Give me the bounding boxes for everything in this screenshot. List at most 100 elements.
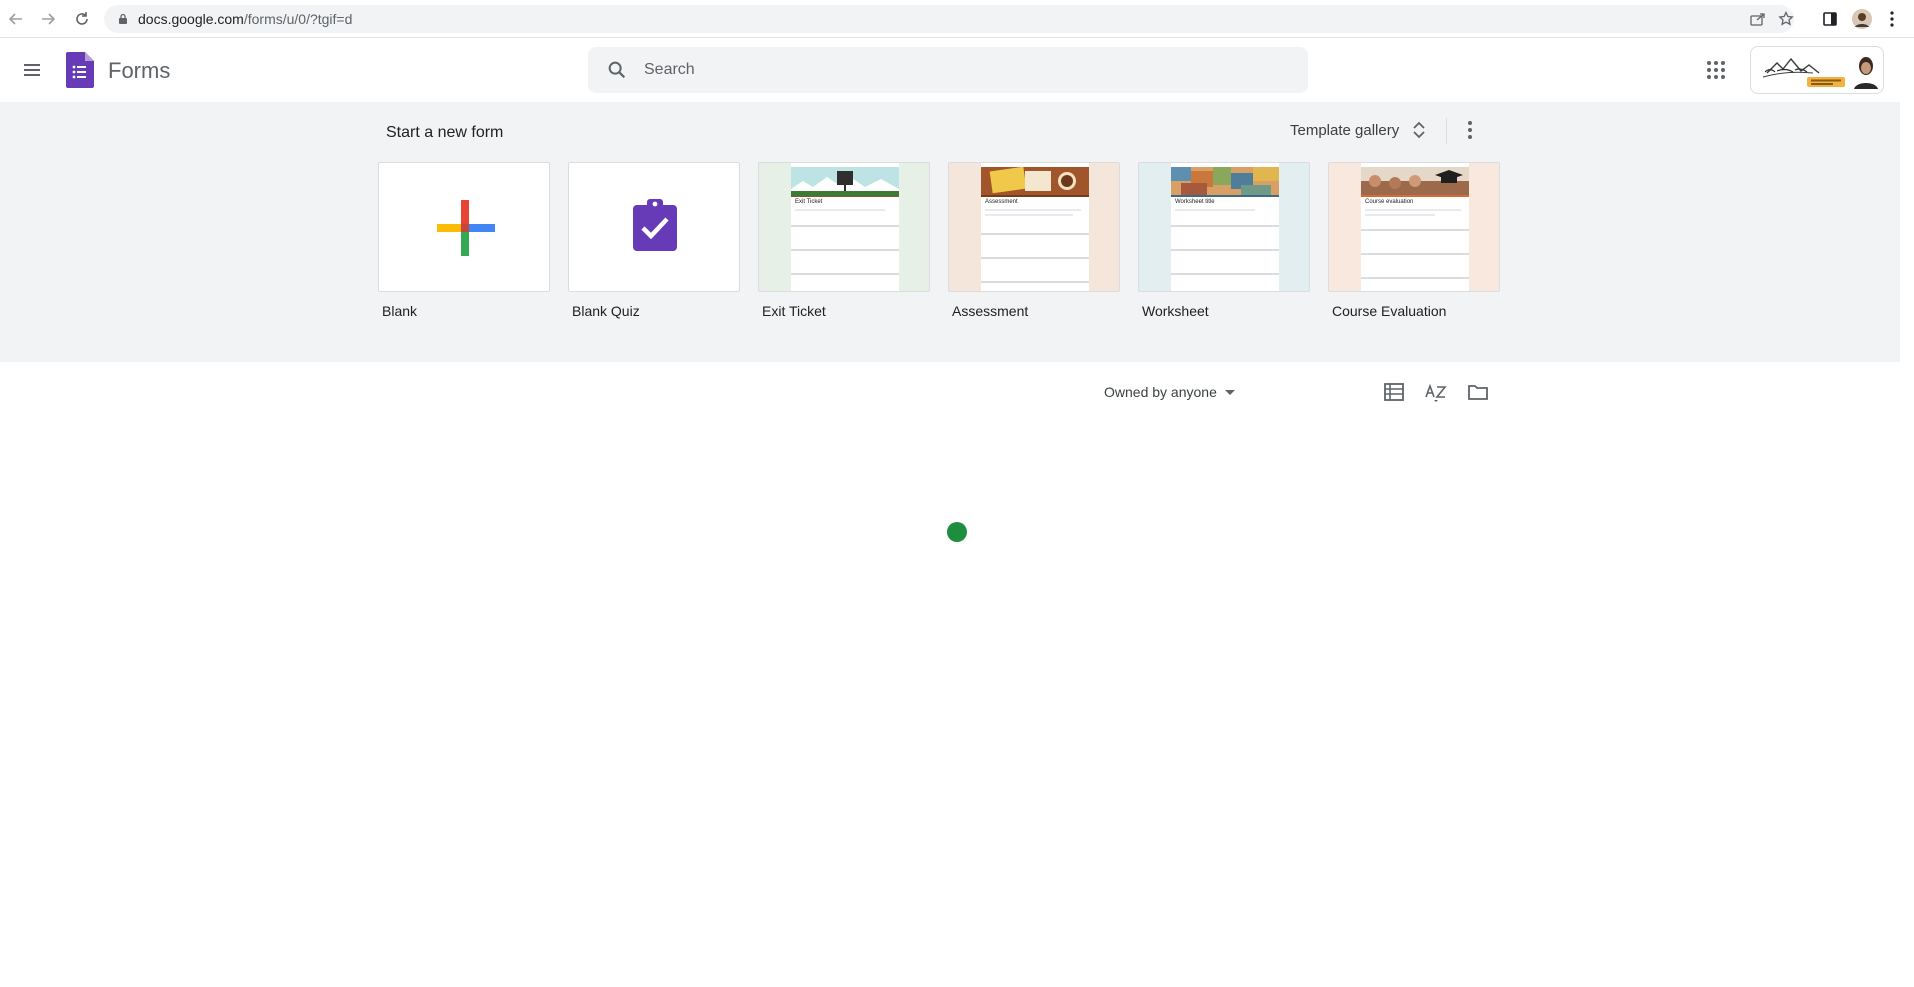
section-title: Start a new form bbox=[386, 124, 504, 141]
worksheet-banner bbox=[1171, 167, 1279, 197]
preview-line bbox=[985, 209, 1081, 211]
loading-spinner bbox=[947, 522, 967, 542]
reload-icon bbox=[76, 12, 88, 25]
app-header: Forms bbox=[0, 38, 1914, 102]
preview-divider bbox=[791, 249, 899, 251]
template-gallery-button[interactable]: Template gallery bbox=[1280, 114, 1437, 146]
browser-toolbar: docs.google.com/forms/u/0/?tgif=d bbox=[0, 0, 1914, 38]
template-gallery-label: Template gallery bbox=[1290, 121, 1400, 139]
sort-az-icon bbox=[1425, 383, 1447, 402]
browser-menu-button[interactable] bbox=[1880, 7, 1904, 31]
template-thumbnail[interactable]: Worksheet title bbox=[1138, 162, 1310, 292]
dropdown-arrow-icon bbox=[1224, 389, 1235, 395]
course-evaluation-banner bbox=[1361, 167, 1469, 197]
template-card-assessment[interactable]: Assessment Assessment bbox=[948, 162, 1122, 319]
preview-divider bbox=[981, 257, 1089, 259]
header-divider bbox=[1446, 118, 1447, 144]
preview-divider bbox=[791, 225, 899, 227]
reload-button[interactable] bbox=[70, 7, 94, 31]
plus-icon bbox=[437, 200, 495, 256]
url-host: docs.google.com bbox=[138, 11, 244, 27]
side-panel-button[interactable] bbox=[1818, 7, 1842, 31]
preview-divider bbox=[1171, 249, 1279, 251]
more-vert-icon bbox=[1890, 11, 1894, 27]
template-card-worksheet[interactable]: Worksheet title Worksheet bbox=[1138, 162, 1312, 319]
owner-filter-dropdown[interactable]: Owned by anyone bbox=[1104, 380, 1235, 404]
url-text: docs.google.com/forms/u/0/?tgif=d bbox=[138, 11, 352, 27]
preview-line bbox=[1365, 214, 1435, 216]
assessment-banner bbox=[981, 167, 1089, 197]
preview-line bbox=[1365, 209, 1461, 211]
account-switcher[interactable] bbox=[1750, 46, 1884, 94]
apps-grid-icon bbox=[1707, 61, 1725, 79]
preview-divider bbox=[981, 281, 1089, 283]
arrow-left-icon bbox=[8, 13, 22, 25]
preview-line bbox=[985, 214, 1073, 216]
folder-icon bbox=[1468, 385, 1488, 400]
template-preview-title: Assessment bbox=[985, 199, 1018, 205]
template-preview-title: Exit Ticket bbox=[795, 199, 823, 205]
template-thumbnail[interactable]: Course evaluation bbox=[1328, 162, 1500, 292]
template-label: Assessment bbox=[952, 303, 1029, 319]
template-thumbnail[interactable] bbox=[378, 162, 550, 292]
preview-line bbox=[1175, 209, 1255, 211]
preview-line bbox=[795, 209, 885, 211]
unfold-more-icon bbox=[1413, 121, 1425, 139]
forward-button[interactable] bbox=[36, 7, 60, 31]
more-vert-icon bbox=[1468, 121, 1472, 139]
app-title[interactable]: Forms bbox=[108, 58, 170, 84]
sort-button[interactable] bbox=[1424, 380, 1448, 404]
organization-logo bbox=[1762, 57, 1845, 87]
search-bar[interactable] bbox=[588, 47, 1308, 93]
template-preview-title: Course evaluation bbox=[1365, 199, 1414, 205]
hamburger-menu-icon bbox=[24, 64, 40, 76]
file-picker-button[interactable] bbox=[1466, 380, 1490, 404]
user-avatar bbox=[1854, 57, 1878, 89]
template-label: Blank Quiz bbox=[572, 303, 640, 319]
search-icon[interactable] bbox=[606, 59, 628, 81]
preview-divider bbox=[1361, 253, 1469, 255]
template-card-course-evaluation[interactable]: Course evaluation Course Evaluation bbox=[1328, 162, 1502, 319]
exit-ticket-banner bbox=[791, 167, 899, 197]
url-path: /forms/u/0/?tgif=d bbox=[243, 11, 353, 27]
template-card-blank-quiz[interactable]: Blank Quiz bbox=[568, 162, 742, 319]
search-input[interactable] bbox=[644, 47, 1284, 93]
preview-divider bbox=[981, 233, 1089, 235]
template-preview: Exit Ticket bbox=[791, 163, 899, 291]
share-icon[interactable] bbox=[1750, 12, 1766, 26]
template-thumbnail[interactable] bbox=[568, 162, 740, 292]
bookmark-star-icon[interactable] bbox=[1778, 11, 1794, 27]
side-panel-icon bbox=[1823, 12, 1837, 26]
preview-divider bbox=[1361, 229, 1469, 231]
template-card-blank[interactable]: Blank bbox=[378, 162, 552, 319]
template-label: Exit Ticket bbox=[762, 303, 826, 319]
forms-logo-icon bbox=[66, 52, 94, 88]
quiz-clipboard-icon bbox=[633, 199, 677, 251]
preview-divider bbox=[1361, 277, 1469, 279]
arrow-right-icon bbox=[42, 13, 56, 25]
template-preview: Worksheet title bbox=[1171, 163, 1279, 291]
template-thumbnail[interactable]: Assessment bbox=[948, 162, 1120, 292]
template-preview: Course evaluation bbox=[1361, 163, 1469, 291]
lock-icon bbox=[119, 13, 127, 24]
address-bar[interactable]: docs.google.com/forms/u/0/?tgif=d bbox=[104, 5, 1794, 33]
template-card-exit-ticket[interactable]: Exit Ticket Exit Ticket bbox=[758, 162, 932, 319]
template-preview-title: Worksheet title bbox=[1175, 199, 1215, 205]
template-section: Start a new form Template gallery Blank bbox=[0, 102, 1900, 362]
preview-divider bbox=[1171, 273, 1279, 275]
template-preview: Assessment bbox=[981, 163, 1089, 291]
template-label: Course Evaluation bbox=[1332, 303, 1447, 319]
google-apps-button[interactable] bbox=[1704, 58, 1728, 82]
profile-avatar-icon bbox=[1852, 9, 1872, 29]
back-button[interactable] bbox=[4, 7, 28, 31]
profile-button[interactable] bbox=[1850, 7, 1874, 31]
template-label: Blank bbox=[382, 303, 418, 319]
template-thumbnail[interactable]: Exit Ticket bbox=[758, 162, 930, 292]
template-options-button[interactable] bbox=[1458, 118, 1482, 142]
list-view-button[interactable] bbox=[1382, 380, 1406, 404]
template-label: Worksheet bbox=[1142, 303, 1209, 319]
main-menu-button[interactable] bbox=[20, 58, 44, 82]
preview-divider bbox=[1171, 225, 1279, 227]
forms-logo[interactable] bbox=[66, 52, 94, 88]
preview-divider bbox=[791, 273, 899, 275]
